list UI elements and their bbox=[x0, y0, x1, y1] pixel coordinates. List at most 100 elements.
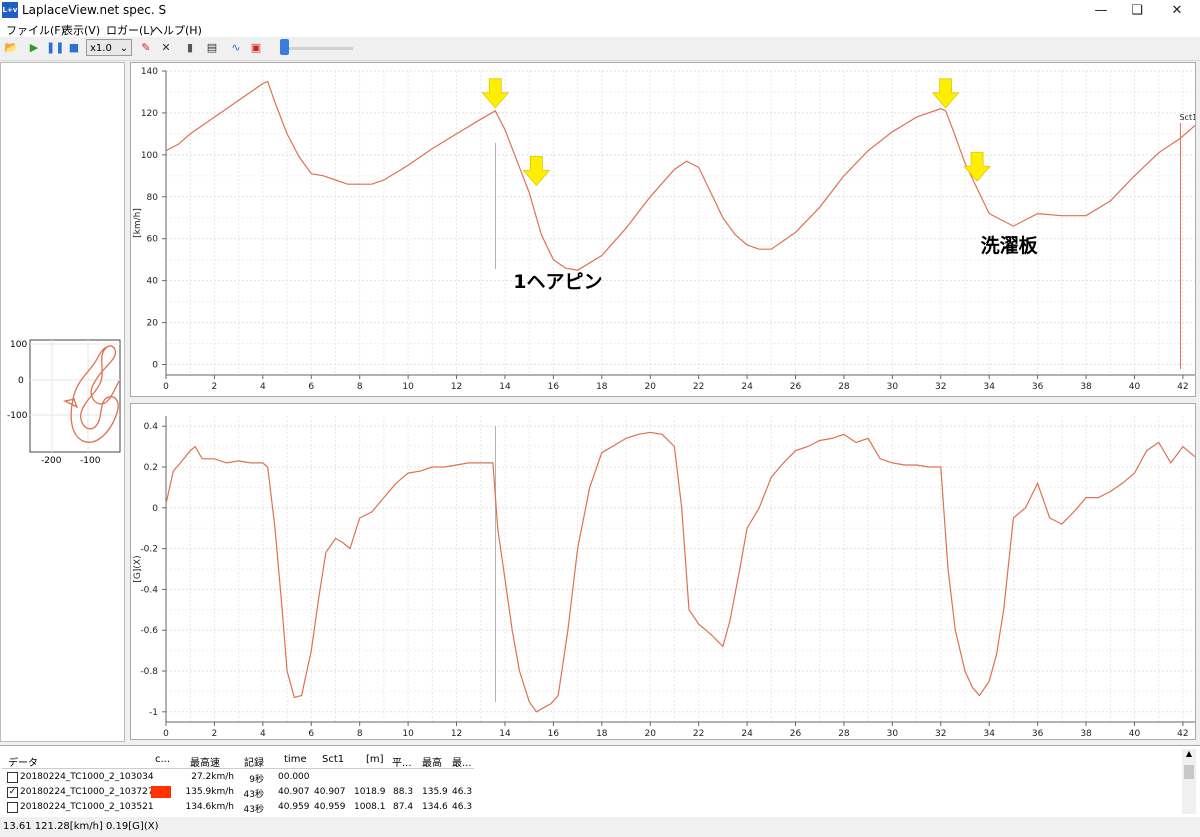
arrow-down-icon bbox=[522, 156, 551, 187]
marker-pen-icon[interactable]: ✎ bbox=[138, 40, 154, 56]
open-folder-icon[interactable]: 📂 bbox=[3, 40, 19, 56]
y-tick-label: 140 bbox=[141, 67, 158, 77]
col-header-min[interactable]: 最... bbox=[452, 754, 472, 769]
window-title: LaplaceView.net spec. S bbox=[22, 3, 167, 17]
cell-max-speed: 135.9km/h bbox=[185, 787, 234, 797]
g-force-chart-panel: 0 2 4 6 8 10 12 14 16 18 20 22 24 26 28 30 32 34 36 38 40 42-… bbox=[130, 403, 1196, 740]
cell-sct1: 40.907 bbox=[314, 787, 346, 797]
col-header-color[interactable]: c... bbox=[155, 754, 170, 765]
col-header-data[interactable]: データ bbox=[8, 754, 38, 769]
sector-marker-label: Sct1 bbox=[1179, 113, 1195, 122]
cell-time: 40.907 bbox=[278, 787, 310, 797]
x-tick-label: 16 bbox=[548, 382, 560, 392]
cell-name: 20180224_TC1000_2_103034 bbox=[20, 772, 154, 782]
stop-icon[interactable]: ■ bbox=[66, 40, 82, 56]
x-tick-label: 14 bbox=[499, 729, 511, 739]
x-tick-label: 8 bbox=[357, 729, 363, 739]
table-row[interactable]: ✓ 20180224_TC1000_2_103727 135.9km/h 43秒 40.… bbox=[0, 786, 476, 800]
lap-icon[interactable]: ▤ bbox=[204, 40, 220, 56]
row-checkbox[interactable] bbox=[7, 772, 18, 783]
g-force-chart[interactable]: 0 2 4 6 8 10 12 14 16 18 20 22 24 26 28 30 32 34 36 38 40 42-… bbox=[131, 404, 1196, 739]
y-axis-label: [km/h] bbox=[133, 208, 143, 238]
cell-max: 134.6 bbox=[422, 802, 448, 812]
scroll-up-icon[interactable]: ▲ bbox=[1182, 749, 1196, 758]
x-tick-label: 34 bbox=[983, 729, 995, 739]
table-row[interactable]: 20180224_TC1000_2_103034 27.2km/h 9秒 00.000 bbox=[0, 771, 476, 785]
y-tick-label: -0.6 bbox=[140, 626, 158, 636]
y-tick-label: 0 bbox=[152, 504, 158, 514]
map-ytick: -100 bbox=[7, 411, 28, 421]
col-header-sct1[interactable]: Sct1 bbox=[322, 754, 344, 765]
playback-slider-thumb[interactable] bbox=[280, 39, 289, 55]
scrollbar-thumb[interactable] bbox=[1184, 765, 1194, 779]
x-tick-label: 38 bbox=[1080, 729, 1092, 739]
cell-name: 20180224_TC1000_2_103521 bbox=[20, 802, 154, 812]
title-bar: L+v LaplaceView.net spec. S — ❏ ✕ bbox=[0, 0, 1200, 21]
x-tick-label: 0 bbox=[163, 382, 169, 392]
pdf-icon[interactable]: ▣ bbox=[248, 40, 264, 56]
row-checkbox[interactable] bbox=[7, 802, 18, 813]
delete-icon[interactable]: ✕ bbox=[158, 40, 174, 56]
y-tick-label: 0 bbox=[152, 361, 158, 371]
track-map-frame bbox=[29, 339, 121, 453]
x-tick-label: 34 bbox=[983, 382, 995, 392]
cell-record: 9秒 bbox=[249, 775, 264, 785]
chevron-down-icon: ⌄ bbox=[119, 43, 128, 54]
col-header-record[interactable]: 記録 bbox=[244, 754, 264, 769]
x-tick-label: 26 bbox=[790, 729, 802, 739]
speed-select[interactable]: x1.0 ⌄ bbox=[86, 39, 132, 56]
pause-icon[interactable]: ❚❚ bbox=[46, 40, 64, 56]
col-header-max-speed[interactable]: 最高速 bbox=[190, 754, 220, 769]
cell-time: 00.000 bbox=[278, 772, 310, 782]
cell-meters: 1018.9 bbox=[354, 787, 386, 797]
col-header-max[interactable]: 最高 bbox=[422, 754, 442, 769]
x-tick-label: 6 bbox=[308, 382, 314, 392]
x-tick-label: 8 bbox=[357, 382, 363, 392]
annotation-washboard: 洗濯板 bbox=[980, 235, 1038, 257]
x-tick-label: 32 bbox=[935, 729, 946, 739]
cell-max-speed: 134.6km/h bbox=[185, 802, 234, 812]
cell-record: 43秒 bbox=[243, 805, 264, 815]
y-tick-label: -0.4 bbox=[140, 585, 158, 595]
x-tick-label: 40 bbox=[1129, 729, 1141, 739]
x-tick-label: 10 bbox=[402, 382, 414, 392]
x-tick-label: 42 bbox=[1177, 729, 1188, 739]
cell-color-swatch[interactable] bbox=[151, 786, 171, 798]
col-header-time[interactable]: time bbox=[284, 754, 307, 765]
x-tick-label: 22 bbox=[693, 382, 704, 392]
x-tick-label: 32 bbox=[935, 382, 946, 392]
table-row[interactable]: 20180224_TC1000_2_103521 134.6km/h 43秒 40.9… bbox=[0, 801, 476, 815]
speed-chart-grid bbox=[165, 70, 1195, 375]
x-tick-label: 0 bbox=[163, 729, 169, 739]
play-icon[interactable]: ▶ bbox=[26, 40, 42, 56]
speed-chart[interactable]: 0 2 4 6 8 10 12 14 16 18 20 22 24 26 28 30 32 34 36 38 40 420… bbox=[131, 63, 1197, 396]
graph-icon[interactable]: ∿ bbox=[228, 40, 244, 56]
row-checkbox[interactable]: ✓ bbox=[7, 787, 18, 798]
menu-logger[interactable]: ロガー(L) bbox=[106, 22, 154, 38]
x-tick-label: 20 bbox=[645, 382, 657, 392]
playback-slider-track[interactable] bbox=[285, 47, 353, 50]
map-xtick: -100 bbox=[80, 456, 101, 466]
cell-sct1: 40.959 bbox=[314, 802, 346, 812]
y-tick-label: 120 bbox=[141, 109, 158, 119]
menu-view[interactable]: 表示(V) bbox=[62, 22, 100, 38]
map-ytick: 100 bbox=[10, 340, 27, 350]
col-header-average[interactable]: 平... bbox=[392, 754, 412, 769]
x-tick-label: 14 bbox=[499, 382, 511, 392]
x-tick-label: 2 bbox=[212, 382, 218, 392]
close-icon[interactable]: ✕ bbox=[1154, 0, 1200, 21]
status-bar: 13.61 121.28[km/h] 0.19[G](X) bbox=[0, 817, 1200, 837]
speed-value: x1.0 bbox=[90, 43, 112, 54]
x-tick-label: 6 bbox=[308, 729, 314, 739]
menu-file[interactable]: ファイル(F) bbox=[6, 22, 65, 38]
col-header-meters[interactable]: [m] bbox=[366, 754, 384, 765]
y-tick-label: 0.4 bbox=[144, 422, 159, 432]
x-tick-label: 18 bbox=[596, 382, 608, 392]
y-tick-label: 60 bbox=[147, 235, 159, 245]
menu-help[interactable]: ヘルプ(H) bbox=[152, 22, 202, 38]
arrow-down-icon bbox=[931, 78, 960, 109]
series-line bbox=[165, 431, 1196, 713]
table-scrollbar[interactable]: ▲ bbox=[1182, 749, 1196, 814]
x-tick-label: 22 bbox=[693, 729, 704, 739]
sector-icon[interactable]: ▮ bbox=[182, 40, 198, 56]
